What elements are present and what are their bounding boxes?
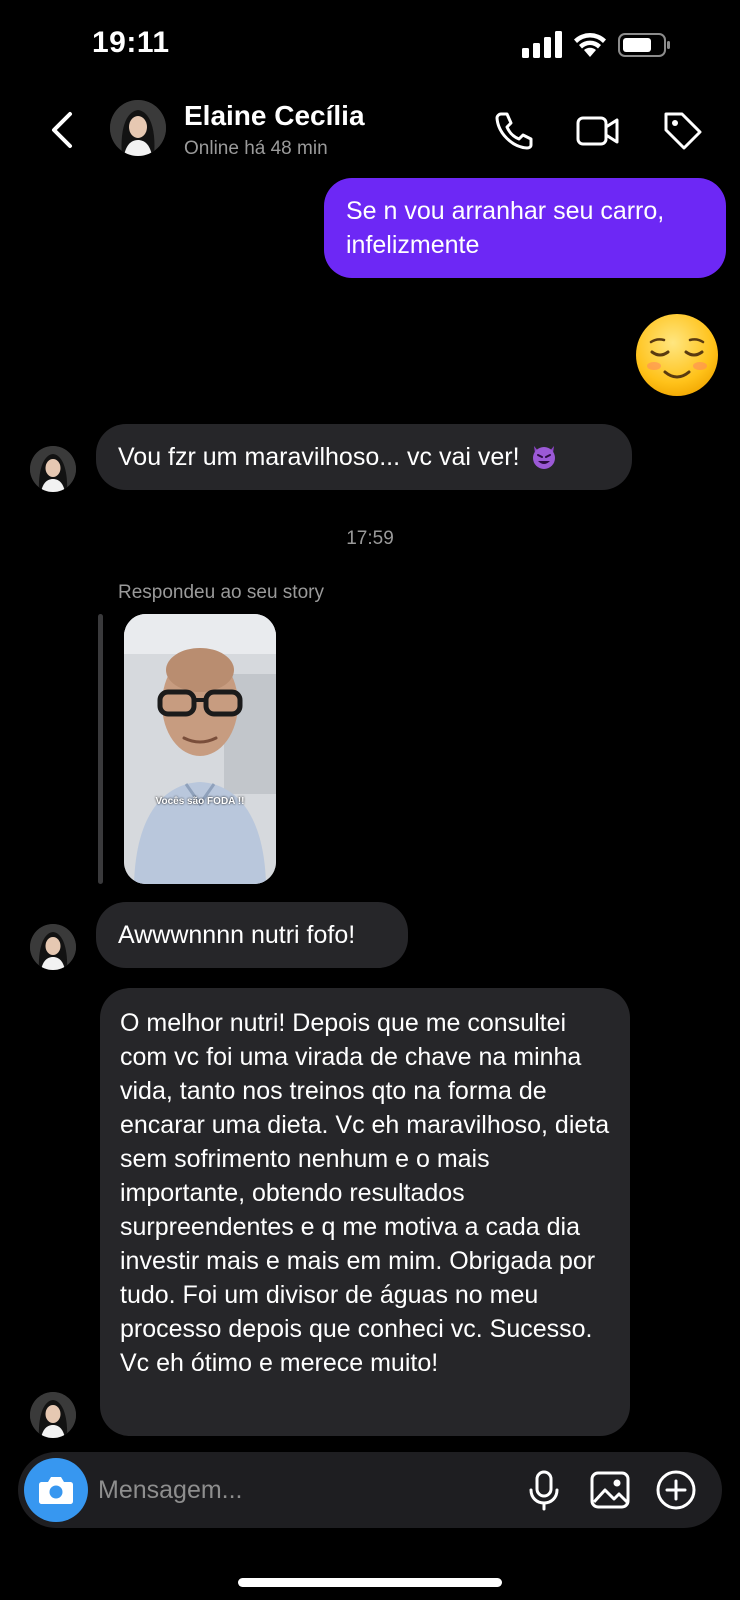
reply-divider [98, 614, 103, 884]
tag-icon[interactable] [658, 106, 706, 154]
message-timestamp: 17:59 [346, 528, 394, 549]
message-text: Vou fzr um maravilhoso... vc vai ver! [118, 443, 520, 471]
incoming-message[interactable]: Awwwnnnn nutri fofo! [96, 902, 408, 968]
chevron-left-icon[interactable] [44, 108, 80, 152]
video-camera-icon[interactable] [574, 106, 622, 154]
story-thumbnail[interactable]: Vocês são FODA !! [124, 614, 276, 884]
story-caption: Vocês são FODA !! [155, 796, 245, 807]
wifi-icon [574, 33, 606, 57]
sender-avatar[interactable] [30, 924, 76, 970]
relieved-face-emoji[interactable] [634, 312, 720, 398]
message-input[interactable] [98, 1470, 418, 1510]
smiling-devil-emoji [533, 446, 556, 469]
microphone-icon[interactable] [520, 1466, 568, 1514]
outgoing-message[interactable]: Se n vou arranhar seu carro, infelizment… [324, 178, 726, 278]
sender-avatar[interactable] [30, 1392, 76, 1438]
chat-header: Elaine Cecília Online há 48 min [0, 90, 740, 170]
phone-icon[interactable] [490, 106, 538, 154]
plus-circle-icon[interactable] [652, 1466, 700, 1514]
status-icons [522, 31, 670, 58]
status-time: 19:11 [92, 26, 170, 59]
incoming-message-long[interactable]: O melhor nutri! Depois que me consultei … [100, 988, 630, 1436]
story-reply-label: Respondeu ao seu story [118, 582, 324, 603]
contact-status: Online há 48 min [184, 138, 328, 159]
gallery-icon[interactable] [586, 1466, 634, 1514]
battery-icon [618, 33, 670, 57]
incoming-message[interactable]: Vou fzr um maravilhoso... vc vai ver! [96, 424, 632, 490]
home-indicator[interactable] [238, 1578, 502, 1587]
story-image [124, 614, 276, 884]
message-composer [18, 1452, 722, 1528]
status-bar: 19:11 [0, 0, 740, 90]
sender-avatar[interactable] [30, 446, 76, 492]
camera-icon [39, 1477, 73, 1504]
signal-icon [522, 31, 562, 58]
camera-button[interactable] [24, 1458, 88, 1522]
contact-avatar[interactable] [110, 100, 166, 156]
contact-name[interactable]: Elaine Cecília [184, 100, 365, 132]
